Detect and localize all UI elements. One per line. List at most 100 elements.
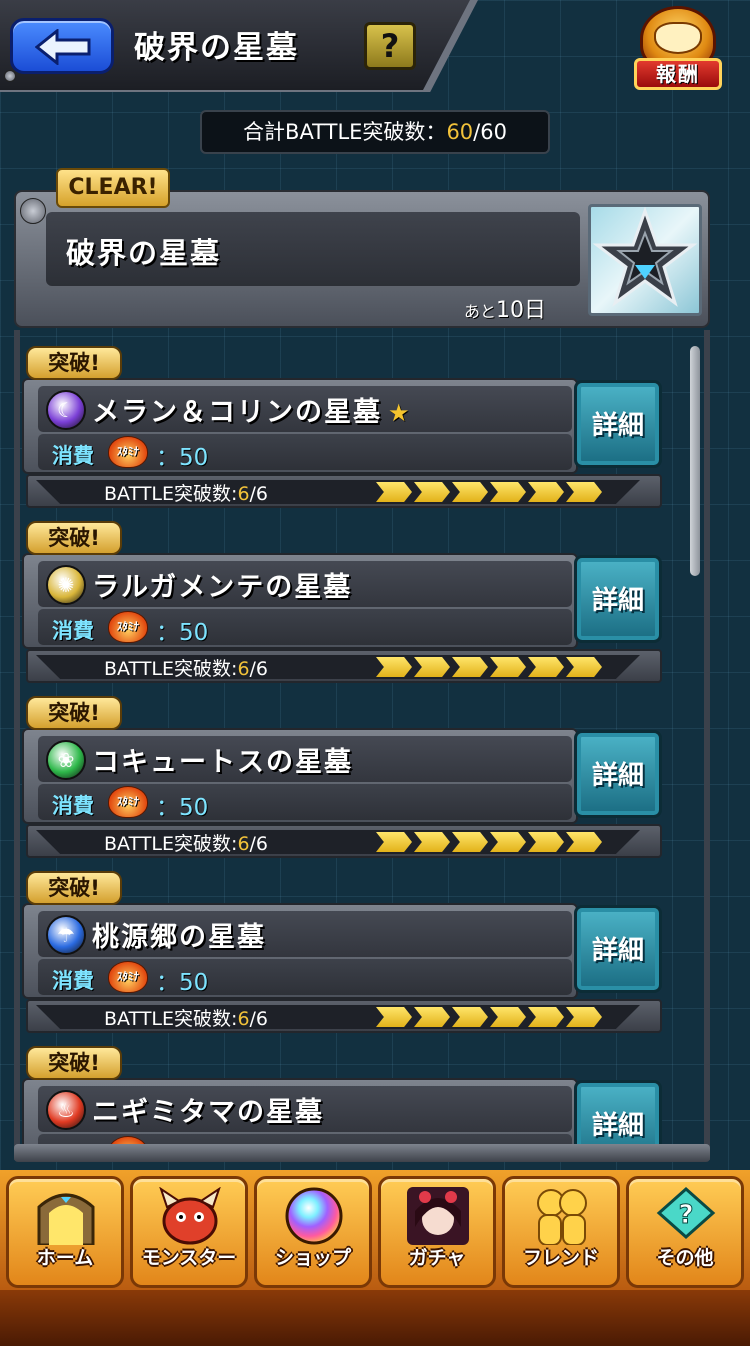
help-button[interactable]: ? bbox=[364, 22, 416, 70]
bottom-nav: ホーム モンスター ショップ ガチャ フレンド ? その他 bbox=[0, 1170, 750, 1346]
progress-chevron bbox=[566, 482, 602, 502]
screw-icon bbox=[4, 70, 16, 82]
reward-button[interactable]: 報酬 bbox=[632, 2, 724, 94]
stage-progress-chevrons bbox=[376, 657, 604, 679]
progress-chevron bbox=[566, 1007, 602, 1027]
stamina-icon: ｽﾀﾐﾅ bbox=[108, 961, 148, 993]
stage-progress-prefix: BATTLE突破数: bbox=[104, 1008, 238, 1030]
stage-name: ニギミタマの星墓 bbox=[92, 1090, 330, 1129]
stage-card-body: ☂ 桃源郷の星墓 消費 ｽﾀﾐﾅ ：50 詳細 BATTLE突破数:6/6 bbox=[22, 903, 664, 1033]
total-counter-suffix: /60 bbox=[473, 120, 507, 144]
stage-card[interactable]: ❀ コキュートスの星墓 消費 ｽﾀﾐﾅ ：50 詳細 BATTLE突破数:6/6 bbox=[22, 696, 664, 858]
progress-chevron bbox=[414, 482, 450, 502]
nav-monster[interactable]: モンスター bbox=[130, 1176, 248, 1288]
total-counter-prefix: 合計BATTLE突破数： bbox=[243, 120, 447, 144]
stage-panel: ❀ コキュートスの星墓 消費 ｽﾀﾐﾅ ：50 bbox=[22, 728, 578, 824]
element-water-icon: ☂ bbox=[46, 915, 86, 955]
progress-chevron bbox=[376, 832, 412, 852]
progress-chevron bbox=[376, 1007, 412, 1027]
progress-chevron bbox=[490, 482, 526, 502]
progress-chevron bbox=[414, 657, 450, 677]
friends-icon bbox=[529, 1187, 595, 1246]
element-wood-icon: ❀ bbox=[46, 740, 86, 780]
other-menu-icon: ? bbox=[653, 1186, 719, 1245]
stage-progress-text: BATTLE突破数:6/6 bbox=[104, 654, 268, 681]
nav-shop-label: ショップ bbox=[274, 1247, 351, 1269]
stage-cost-label: 消費 bbox=[52, 969, 94, 993]
stage-progress-suffix: /6 bbox=[249, 833, 269, 855]
stage-detail-button[interactable]: 詳細 bbox=[574, 380, 662, 468]
stage-card-body: ✺ ラルガメンテの星墓 消費 ｽﾀﾐﾅ ：50 詳細 BATTLE突破数:6/6 bbox=[22, 553, 664, 683]
progress-chevron bbox=[566, 832, 602, 852]
stage-card[interactable]: ♨ ニギミタマの星墓 消費 ｽﾀﾐﾅ ：50 詳細 BATTLE突破数:6/6 bbox=[22, 1046, 664, 1145]
stage-progress-chevrons bbox=[376, 482, 604, 504]
stage-card[interactable]: ✺ ラルガメンテの星墓 消費 ｽﾀﾐﾅ ：50 詳細 BATTLE突破数:6/6 bbox=[22, 521, 664, 683]
stage-cost-value: ：50 bbox=[156, 620, 209, 646]
nav-friend[interactable]: フレンド bbox=[502, 1176, 620, 1288]
stage-cost-label: 消費 bbox=[52, 444, 94, 468]
stage-detail-button[interactable]: 詳細 bbox=[574, 555, 662, 643]
total-counter-current: 60 bbox=[446, 120, 474, 144]
stamina-icon: ｽﾀﾐﾅ bbox=[108, 436, 148, 468]
stage-progress-prefix: BATTLE突破数: bbox=[104, 833, 238, 855]
stage-cost-value: ：50 bbox=[156, 970, 209, 996]
nav-other[interactable]: ? その他 bbox=[626, 1176, 744, 1288]
stage-detail-label: 詳細 bbox=[591, 586, 644, 616]
element-fire-icon: ♨ bbox=[46, 1090, 86, 1130]
progress-chevron bbox=[528, 657, 564, 677]
stage-card-body: ☾ メラン＆コリンの星墓 ★ 消費 ｽﾀﾐﾅ ：50 詳細 BATTLE突破数:6… bbox=[22, 378, 664, 508]
breakthrough-badge: 突破! bbox=[26, 871, 122, 905]
stage-progress-text: BATTLE突破数:6/6 bbox=[104, 479, 268, 506]
stage-detail-button[interactable]: 詳細 bbox=[574, 905, 662, 993]
stage-list[interactable]: ☾ メラン＆コリンの星墓 ★ 消費 ｽﾀﾐﾅ ：50 詳細 BATTLE突破数:6… bbox=[0, 340, 750, 1145]
breakthrough-badge: 突破! bbox=[26, 346, 122, 380]
stage-panel: ☂ 桃源郷の星墓 消費 ｽﾀﾐﾅ ：50 bbox=[22, 903, 578, 999]
stage-cost-label: 消費 bbox=[52, 619, 94, 643]
progress-chevron bbox=[376, 657, 412, 677]
stage-panel: ✺ ラルガメンテの星墓 消費 ｽﾀﾐﾅ ：50 bbox=[22, 553, 578, 649]
nav-shop[interactable]: ショップ bbox=[254, 1176, 372, 1288]
breakthrough-badge: 突破! bbox=[26, 521, 122, 555]
stage-detail-label: 詳細 bbox=[591, 1111, 644, 1141]
stage-progress-text: BATTLE突破数:6/6 bbox=[104, 1004, 268, 1031]
progress-chevron bbox=[414, 1007, 450, 1027]
star-emblem-icon bbox=[588, 204, 702, 316]
stage-name-text: 桃源郷の星墓 bbox=[92, 922, 266, 953]
stage-cost-value: ：50 bbox=[156, 445, 209, 471]
nav-floor bbox=[0, 1290, 750, 1346]
stage-progress-current: 6 bbox=[237, 1008, 250, 1030]
progress-chevron bbox=[528, 1007, 564, 1027]
stage-list-scrollbar[interactable] bbox=[690, 346, 700, 576]
back-arrow-icon bbox=[35, 29, 91, 65]
nav-gacha[interactable]: ガチャ bbox=[378, 1176, 496, 1288]
stage-progress-current: 6 bbox=[237, 833, 250, 855]
stage-name: 桃源郷の星墓 bbox=[92, 915, 272, 954]
stage-detail-button[interactable]: 詳細 bbox=[574, 1080, 662, 1145]
stage-card[interactable]: ☾ メラン＆コリンの星墓 ★ 消費 ｽﾀﾐﾅ ：50 詳細 BATTLE突破数:6… bbox=[22, 346, 664, 508]
dragon-face-icon bbox=[654, 22, 702, 54]
stage-detail-button[interactable]: 詳細 bbox=[574, 730, 662, 818]
page-title: 破界の星墓 bbox=[134, 30, 299, 66]
stage-cost-label: 消費 bbox=[52, 794, 94, 818]
stage-name: ラルガメンテの星墓 bbox=[92, 565, 358, 604]
star-icon: ★ bbox=[388, 399, 412, 427]
monster-icon bbox=[157, 1186, 223, 1245]
total-battle-counter: 合計BATTLE突破数：60/60 bbox=[200, 110, 550, 154]
gacha-character-icon bbox=[405, 1187, 471, 1245]
nav-home[interactable]: ホーム bbox=[6, 1176, 124, 1288]
nav-monster-label: モンスター bbox=[141, 1247, 237, 1269]
stage-progress-row: BATTLE突破数:6/6 bbox=[26, 824, 662, 858]
quest-banner[interactable]: 破界の星墓 あと10日 bbox=[14, 190, 710, 328]
banner-remaining-days: あと10日 bbox=[464, 292, 546, 324]
clear-tag: CLEAR! bbox=[56, 168, 170, 208]
svg-text:?: ? bbox=[678, 1200, 693, 1230]
stage-card[interactable]: ☂ 桃源郷の星墓 消費 ｽﾀﾐﾅ ：50 詳細 BATTLE突破数:6/6 突破… bbox=[22, 871, 664, 1033]
stage-progress-chevrons bbox=[376, 832, 604, 854]
stage-progress-suffix: /6 bbox=[249, 483, 269, 505]
stage-progress-text: BATTLE突破数:6/6 bbox=[104, 829, 268, 856]
stage-progress-suffix: /6 bbox=[249, 1008, 269, 1030]
stage-name-text: ラルガメンテの星墓 bbox=[92, 572, 353, 603]
banner-title: 破界の星墓 bbox=[66, 236, 222, 270]
back-button[interactable] bbox=[10, 18, 114, 74]
home-gate-icon bbox=[33, 1187, 99, 1247]
